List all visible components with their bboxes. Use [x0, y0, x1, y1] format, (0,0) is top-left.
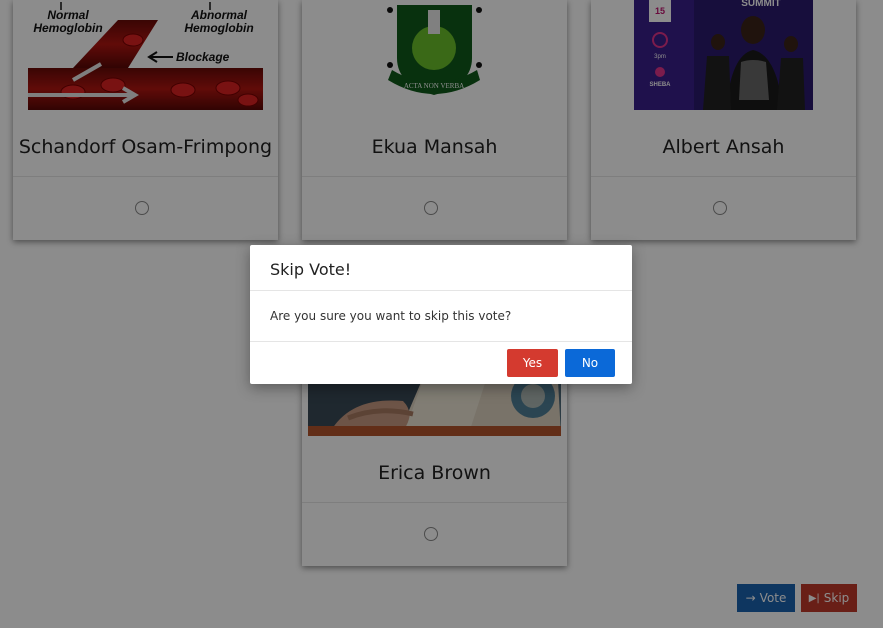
dialog-footer-divider: [250, 341, 632, 342]
dialog-header-divider: [250, 290, 632, 291]
dialog-message: Are you sure you want to skip this vote?: [270, 309, 512, 323]
confirm-yes-button[interactable]: Yes: [507, 349, 558, 377]
skip-vote-dialog: Skip Vote! Are you sure you want to skip…: [250, 245, 632, 384]
confirm-no-button[interactable]: No: [565, 349, 615, 377]
dialog-title: Skip Vote!: [270, 260, 352, 279]
